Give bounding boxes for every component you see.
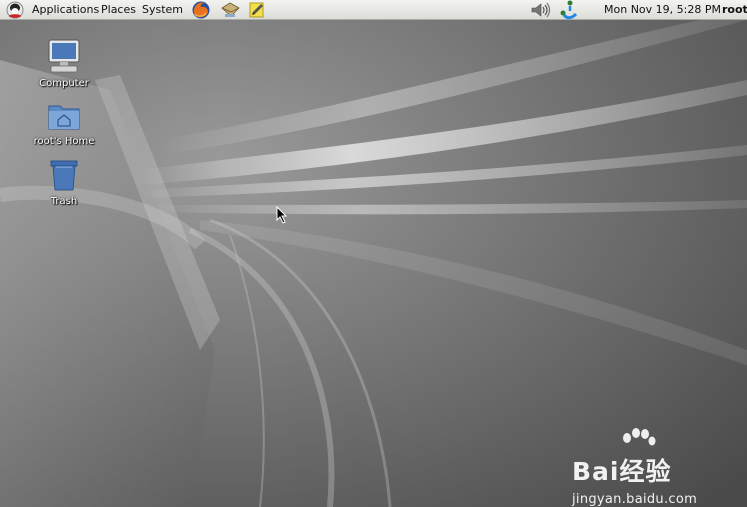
mail-icon[interactable] xyxy=(219,0,240,20)
panel-clock[interactable]: Mon Nov 19, 5:28 PM xyxy=(604,0,721,20)
watermark-brand: Bai经验 xyxy=(572,457,672,486)
system-menu[interactable]: System xyxy=(142,0,183,20)
mouse-pointer-icon xyxy=(276,206,288,224)
network-update-icon[interactable] xyxy=(558,0,578,20)
desktop-icon-home[interactable]: root's Home xyxy=(28,98,100,147)
desktop-icon-computer[interactable]: Computer xyxy=(28,38,100,89)
home-folder-icon xyxy=(48,105,80,130)
firefox-icon[interactable] xyxy=(190,0,210,20)
notes-icon[interactable] xyxy=(247,0,267,20)
volume-icon[interactable] xyxy=(529,0,551,20)
desktop-icon-trash[interactable]: Trash xyxy=(28,158,100,207)
applications-menu[interactable]: Applications xyxy=(32,0,99,20)
desktop[interactable]: Computer root's Home Trash Bai经验 jingyan… xyxy=(0,20,747,507)
redhat-logo-icon[interactable] xyxy=(4,0,24,20)
desktop-icon-label: Trash xyxy=(50,196,78,207)
user-name[interactable]: root xyxy=(722,0,747,20)
desktop-icon-label: root's Home xyxy=(33,136,95,147)
watermark-url: jingyan.baidu.com xyxy=(572,492,698,507)
trash-icon xyxy=(50,160,78,191)
top-panel: Applications Places System Mon Nov 19, 5… xyxy=(0,0,747,20)
computer-icon xyxy=(48,39,80,73)
places-menu[interactable]: Places xyxy=(101,0,136,20)
desktop-icon-label: Computer xyxy=(39,78,89,89)
